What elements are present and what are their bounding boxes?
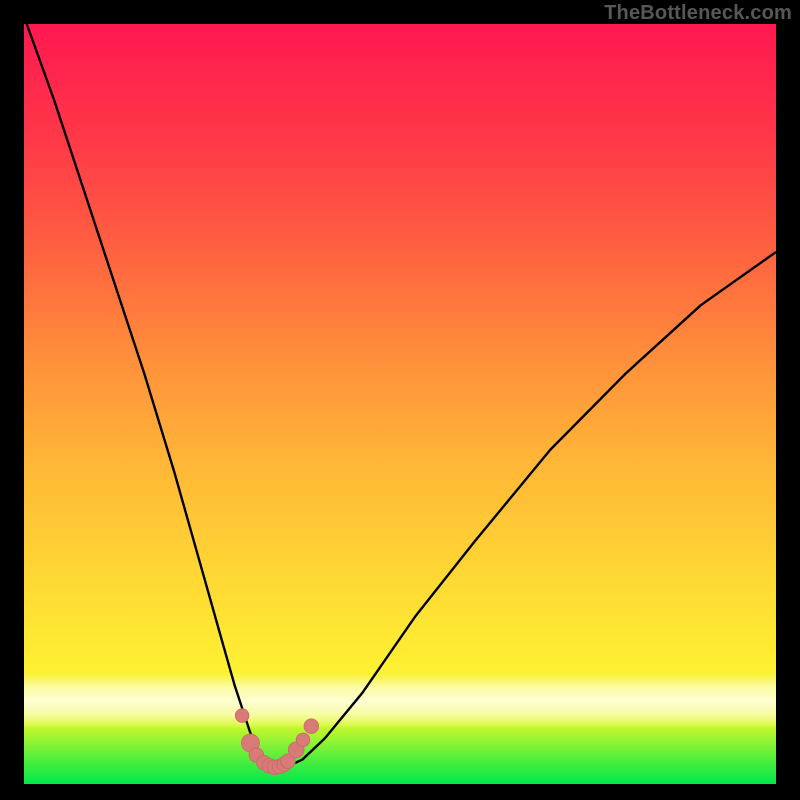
- chart-svg: [24, 24, 776, 784]
- marker-dot: [304, 719, 319, 734]
- watermark-text: TheBottleneck.com: [604, 2, 792, 25]
- marker-dot: [235, 709, 249, 723]
- marker-dot: [296, 733, 310, 747]
- curve-markers: [235, 709, 318, 775]
- chart-frame: [24, 24, 776, 784]
- bottleneck-curve: [24, 24, 776, 768]
